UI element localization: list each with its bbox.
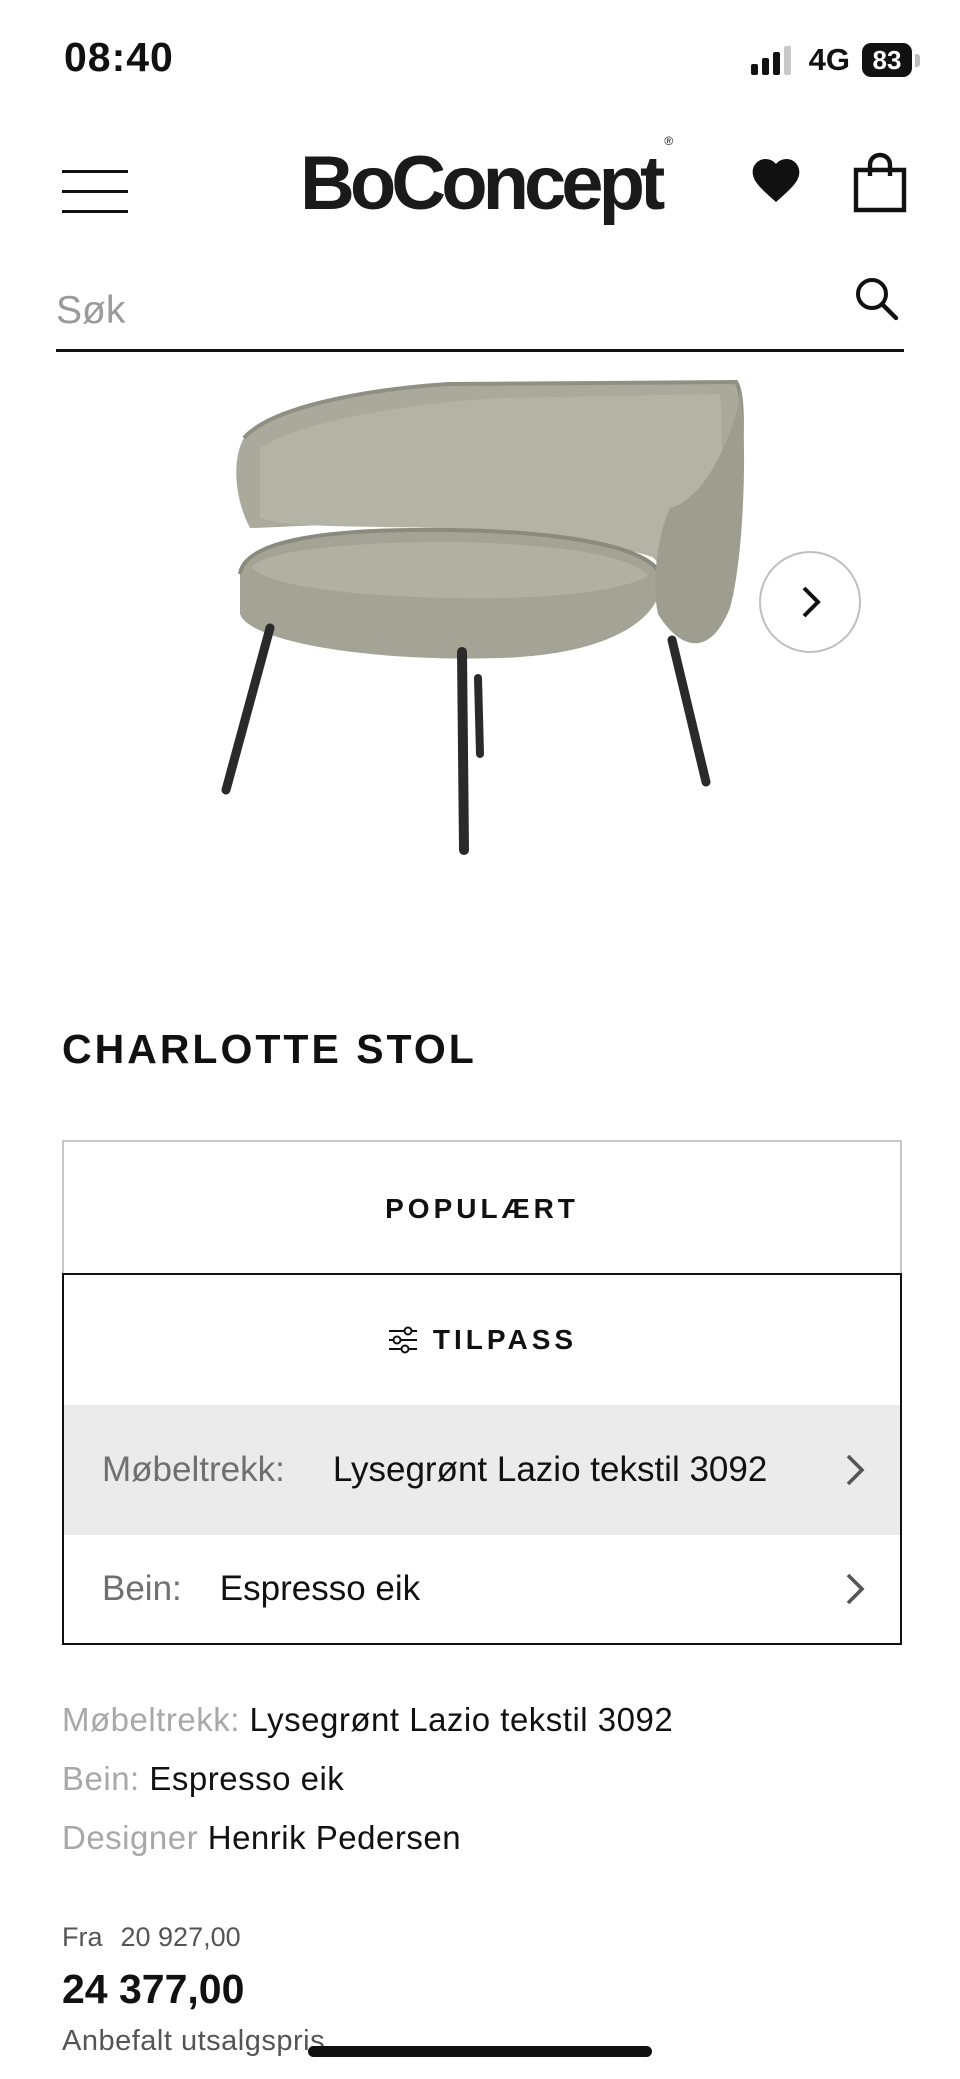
chevron-right-icon	[846, 1573, 865, 1605]
brand-logo[interactable]: BoConcept®	[300, 134, 673, 227]
signal-strength-icon	[750, 45, 791, 75]
spec-legs: Bein: Espresso eik	[62, 1749, 673, 1808]
tab-popular-label: POPULÆRT	[385, 1192, 579, 1224]
spec-legs-value: Espresso eik	[149, 1760, 345, 1797]
chevron-right-icon	[802, 586, 821, 618]
status-bar: 08:40 4G 83	[0, 0, 960, 120]
next-image-button[interactable]	[759, 551, 861, 653]
option-legs-value: Espresso eik	[219, 1569, 421, 1608]
status-indicators: 4G 83	[750, 40, 920, 80]
option-upholstery-label: Møbeltrekk:	[102, 1450, 285, 1489]
search-bar	[56, 270, 904, 352]
search-icon[interactable]	[852, 274, 900, 322]
status-time: 08:40	[64, 34, 174, 80]
spec-designer-value: Henrik Pedersen	[207, 1819, 462, 1856]
option-upholstery[interactable]: Møbeltrekk: Lysegrønt Lazio tekstil 3092	[64, 1405, 900, 1535]
search-input[interactable]	[56, 280, 816, 342]
heart-icon[interactable]	[748, 152, 804, 208]
spec-designer-label: Designer	[62, 1819, 199, 1856]
customize-panel: TILPASS Møbeltrekk: Lysegrønt Lazio teks…	[62, 1273, 902, 1645]
chevron-right-icon	[846, 1454, 865, 1486]
tab-customize-label: TILPASS	[432, 1324, 578, 1355]
option-upholstery-value: Lysegrønt Lazio tekstil 3092	[332, 1450, 768, 1489]
product-title: CHARLOTTE STOL	[62, 1026, 477, 1072]
battery-icon: 83	[862, 43, 920, 77]
registered-mark: ®	[664, 133, 674, 148]
product-image	[221, 379, 745, 855]
home-indicator[interactable]	[308, 2046, 652, 2057]
spec-upholstery-label: Møbeltrekk:	[62, 1701, 240, 1738]
shopping-bag-icon[interactable]	[852, 152, 908, 214]
price-note: Anbefalt utsalgspris	[62, 2025, 326, 2057]
brand-logo-text: BoConcept	[300, 141, 665, 226]
spec-upholstery-value: Lysegrønt Lazio tekstil 3092	[249, 1701, 674, 1738]
menu-icon[interactable]	[62, 170, 128, 214]
battery-level: 83	[862, 43, 912, 77]
option-legs[interactable]: Bein: Espresso eik	[64, 1535, 900, 1643]
tab-customize[interactable]: TILPASS	[64, 1275, 900, 1405]
price-from-label: Fra	[62, 1922, 103, 1952]
spec-legs-label: Bein:	[62, 1760, 140, 1797]
option-legs-label: Bein:	[102, 1569, 182, 1608]
price-current: 24 377,00	[62, 1966, 245, 2012]
site-header: BoConcept®	[0, 130, 960, 250]
sliders-icon	[388, 1326, 417, 1354]
tab-popular[interactable]: POPULÆRT	[62, 1140, 902, 1275]
spec-designer: Designer Henrik Pedersen	[62, 1808, 673, 1867]
price-from-value: 20 927,00	[120, 1922, 241, 1952]
product-specs: Møbeltrekk: Lysegrønt Lazio tekstil 3092…	[62, 1690, 673, 1867]
price-from: Fra 20 927,00	[62, 1922, 241, 1953]
network-type: 4G	[808, 42, 850, 77]
spec-upholstery: Møbeltrekk: Lysegrønt Lazio tekstil 3092	[62, 1690, 673, 1749]
